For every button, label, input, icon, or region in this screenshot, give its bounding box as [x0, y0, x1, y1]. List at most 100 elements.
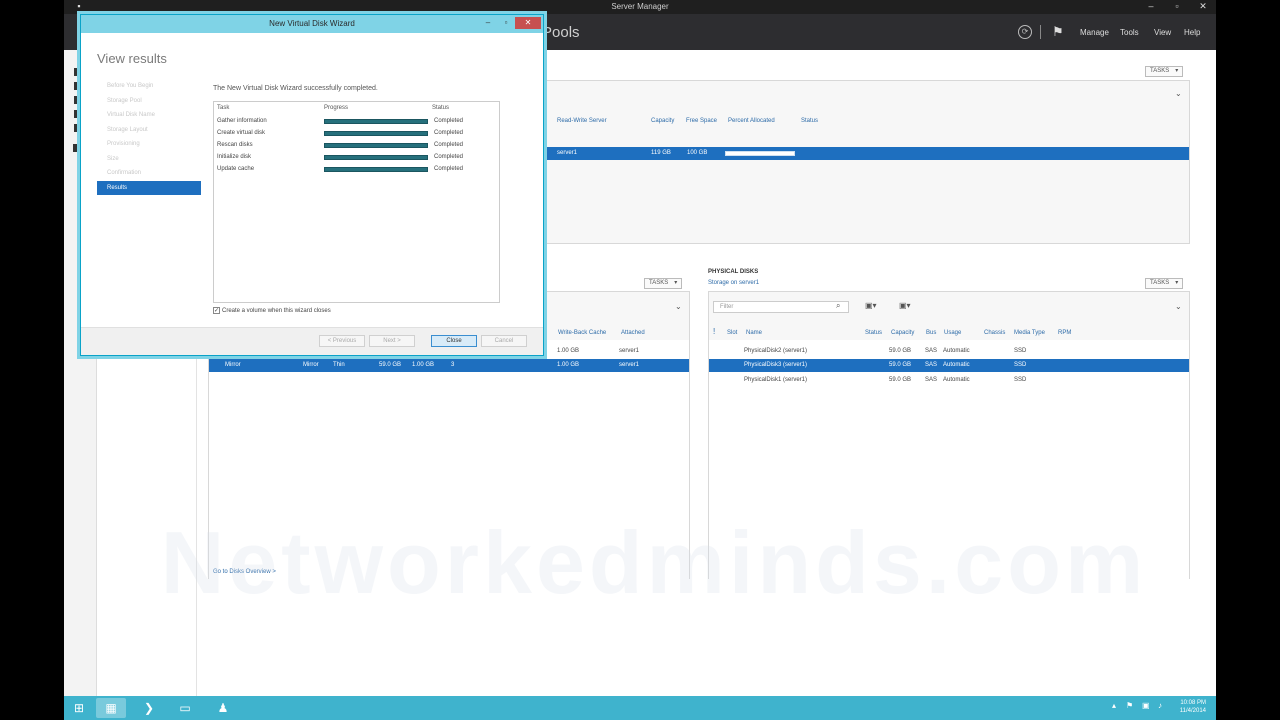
window-title: Server Manager [611, 2, 669, 11]
result-row: Update cache Completed [214, 164, 499, 176]
collapse-chevron-icon[interactable]: ⌄ [1175, 302, 1182, 311]
col-status[interactable]: Status [801, 118, 818, 124]
warning-column-icon: ! [713, 327, 716, 336]
step-before-you-begin[interactable]: Before You Begin [97, 79, 201, 94]
save-query-icon[interactable]: ▣▾ [899, 301, 911, 310]
close-button[interactable]: Close [431, 335, 477, 347]
step-storage-pool[interactable]: Storage Pool [97, 94, 201, 109]
tray-expand-icon[interactable]: ▴ [1112, 701, 1116, 710]
disk-bus: SAS [925, 348, 938, 354]
filter-options-icon[interactable]: ▣▾ [865, 301, 877, 310]
vdisks-list: 1.00 GB server1 Mirror Mirror Thin 59.0 … [209, 340, 689, 579]
go-to-disks-overview-link[interactable]: Go to Disks Overview > [213, 569, 276, 575]
taskbar-clock[interactable]: 10:08 PM 11/4/2014 [1180, 699, 1206, 715]
row-cell: 1.00 GB [412, 362, 435, 368]
col-media-type[interactable]: Media Type [1014, 330, 1045, 336]
create-volume-checkbox[interactable]: ✓ Create a volume when this wizard closes [213, 307, 331, 314]
col-attached[interactable]: Attached [621, 330, 645, 336]
menu-tools[interactable]: Tools [1120, 28, 1139, 37]
step-virtual-disk-name[interactable]: Virtual Disk Name [97, 108, 201, 123]
menu-help[interactable]: Help [1184, 28, 1200, 37]
disk-usage: Automatic [943, 348, 970, 354]
result-row: Gather information Completed [214, 116, 499, 128]
powershell-icon[interactable]: ❯ [134, 698, 164, 718]
tray-flag-icon[interactable]: ⚑ [1126, 701, 1133, 710]
create-volume-label: Create a volume when this wizard closes [222, 308, 331, 315]
col-percent-allocated[interactable]: Percent Allocated [728, 118, 775, 124]
server-manager-taskbar-icon[interactable]: ▦ [96, 698, 126, 718]
table-row[interactable]: Mirror Mirror Thin 59.0 GB 1.00 GB 3 1.0… [209, 359, 689, 372]
col-write-back-cache[interactable]: Write-Back Cache [558, 330, 606, 336]
tray-volume-icon[interactable]: ♪ [1158, 701, 1162, 710]
filter-input[interactable]: Filter [713, 301, 849, 313]
search-icon[interactable]: ⌕ [836, 301, 840, 311]
refresh-icon[interactable]: ⟳ [1018, 25, 1032, 39]
collapse-chevron-icon[interactable]: ⌄ [675, 302, 682, 311]
tasks-dropdown-top[interactable]: TASKS [1145, 66, 1184, 77]
col-capacity[interactable]: Capacity [891, 330, 914, 336]
col-capacity[interactable]: Capacity [651, 118, 674, 124]
task-status: Completed [434, 142, 464, 148]
server-manager-window: Server Manager ▪ – ▫ ✕ Pools ⟳ ⚑ Manage … [64, 0, 1216, 720]
table-row[interactable]: PhysicalDisk2 (server1) 59.0 GB SAS Auto… [709, 345, 1189, 358]
col-bus[interactable]: Bus [926, 330, 936, 336]
progress-bar [324, 131, 428, 136]
col-usage[interactable]: Usage [944, 330, 961, 336]
collapse-chevron-icon[interactable]: ⌄ [1175, 89, 1182, 98]
wizard-close-icon[interactable]: ✕ [515, 17, 541, 29]
wizard-minimize-button[interactable]: – [479, 17, 497, 29]
minimize-button[interactable]: – [1138, 0, 1164, 14]
network-app-icon[interactable]: ♟ [208, 698, 238, 718]
col-name[interactable]: Name [746, 330, 762, 336]
previous-button[interactable]: < Previous [319, 335, 365, 347]
menu-manage[interactable]: Manage [1080, 28, 1109, 37]
step-provisioning[interactable]: Provisioning [97, 137, 201, 152]
result-row: Rescan disks Completed [214, 140, 499, 152]
row-cell: Mirror [303, 362, 319, 368]
clock-time: 10:08 PM [1180, 700, 1206, 706]
close-window-button[interactable]: ✕ [1190, 0, 1216, 14]
col-rpm[interactable]: RPM [1058, 330, 1071, 336]
wizard-title: New Virtual Disk Wizard [269, 19, 355, 28]
col-status: Status [432, 105, 450, 111]
col-chassis[interactable]: Chassis [984, 330, 1005, 336]
progress-bar [324, 167, 428, 172]
col-slot[interactable]: Slot [727, 330, 737, 336]
wizard-maximize-button[interactable]: ▫ [497, 17, 515, 29]
col-status[interactable]: Status [865, 330, 882, 336]
col-read-write-server[interactable]: Read-Write Server [557, 118, 607, 124]
file-explorer-icon[interactable]: ▭ [170, 698, 200, 718]
maximize-button[interactable]: ▫ [1164, 0, 1190, 14]
cancel-button[interactable]: Cancel [481, 335, 527, 347]
disk-capacity: 59.0 GB [889, 362, 912, 368]
step-results[interactable]: Results [97, 180, 201, 195]
header-separator [1040, 25, 1041, 39]
step-size[interactable]: Size [97, 152, 201, 167]
row-free-space: 100 GB [687, 150, 708, 156]
step-confirmation[interactable]: Confirmation [97, 166, 201, 181]
task-status: Completed [434, 154, 464, 160]
start-windows-icon[interactable]: ⊞ [64, 698, 94, 718]
notifications-flag-icon[interactable]: ⚑ [1052, 24, 1064, 40]
progress-bar [324, 119, 428, 124]
app-icon: ▪ [77, 1, 81, 11]
progress-bar [324, 143, 428, 148]
table-row[interactable]: PhysicalDisk3 (server1) 59.0 GB SAS Auto… [709, 359, 1189, 372]
tray-network-icon[interactable]: ▣ [1142, 701, 1150, 710]
col-task: Task [217, 105, 230, 111]
disk-name: PhysicalDisk1 (server1) [744, 377, 808, 383]
tasks-dropdown-vdisks[interactable]: TASKS [644, 278, 683, 289]
menu-view[interactable]: View [1154, 28, 1171, 37]
table-row[interactable]: PhysicalDisk1 (server1) 59.0 GB SAS Auto… [709, 374, 1189, 387]
next-button[interactable]: Next > [369, 335, 415, 347]
wizard-footer: < Previous Next > Close Cancel [81, 327, 543, 355]
table-row[interactable]: server1 119 GB 100 GB [545, 147, 1189, 160]
col-free-space[interactable]: Free Space [686, 118, 717, 124]
row-cell: 1.00 GB [557, 348, 580, 354]
tasks-dropdown-physical[interactable]: TASKS [1145, 278, 1184, 289]
task-status: Completed [434, 118, 464, 124]
row-cell: 59.0 GB [379, 362, 402, 368]
checkbox-checked-icon[interactable]: ✓ [213, 307, 220, 314]
step-storage-layout[interactable]: Storage Layout [97, 123, 201, 138]
breadcrumb-pools[interactable]: Pools [542, 24, 580, 41]
